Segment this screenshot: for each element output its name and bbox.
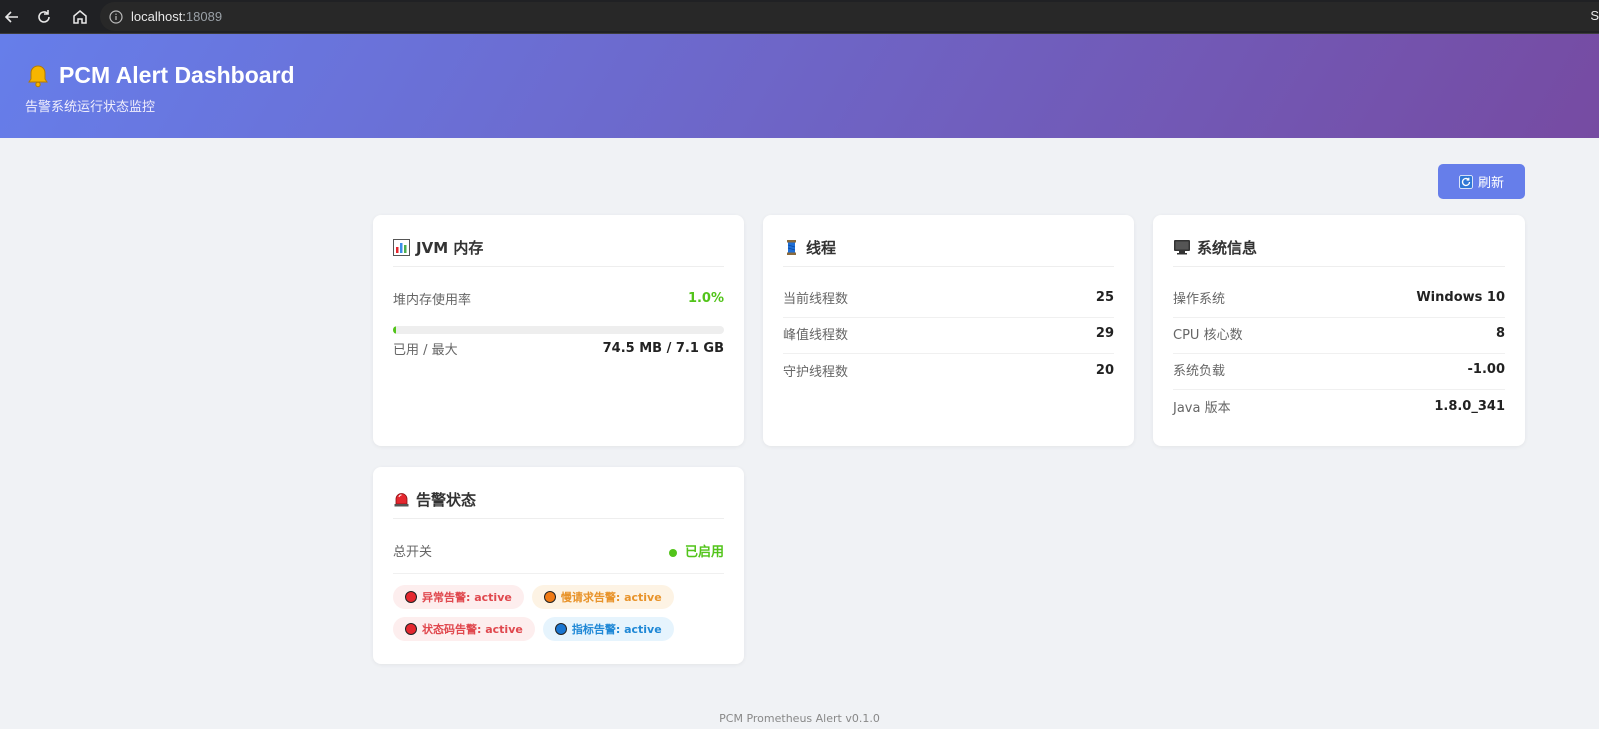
thread-row-value: 29 <box>1095 326 1114 341</box>
system-row-value: -1.00 <box>1467 362 1505 377</box>
footer-version: PCM Prometheus Alert v0.1.0 <box>719 712 880 725</box>
alert-tags: 异常告警: active 慢请求告警: active 状态码告警: active… <box>393 585 693 641</box>
status-dot-icon <box>668 548 677 557</box>
red-circle-icon <box>405 623 417 635</box>
used-max-value: 74.5 MB / 7.1 GB <box>602 340 724 356</box>
system-row: 操作系统 Windows 10 <box>1173 288 1505 318</box>
bar-chart-icon <box>393 239 410 256</box>
card-title-text: 线程 <box>806 239 837 257</box>
card-title-text: 告警状态 <box>416 491 477 509</box>
bell-icon <box>28 64 48 87</box>
system-row-label: Java 版本 <box>1173 400 1231 416</box>
orange-circle-icon <box>543 591 556 603</box>
thread-row: 峰值线程数 29 <box>783 324 1114 354</box>
threads-card: 线程 当前线程数 25 峰值线程数 29 守护线程数 20 <box>763 215 1134 446</box>
url-text: localhost:18089 <box>131 9 222 24</box>
master-switch-label: 总开关 <box>393 545 433 560</box>
card-title-text: JVM 内存 <box>416 239 484 257</box>
system-row: CPU 核心数 8 <box>1173 324 1505 354</box>
thread-row-value: 25 <box>1095 290 1114 305</box>
jvm-memory-card: JVM 内存 堆内存使用率 1.0% 已用 / 最大 74.5 MB / 7.1… <box>373 215 744 446</box>
system-info-card: 系统信息 操作系统 Windows 10 CPU 核心数 8 系统负载 -1.0… <box>1153 215 1525 446</box>
alert-tag-metric: 指标告警: active <box>542 617 674 641</box>
used-max-label: 已用 / 最大 <box>393 342 458 358</box>
card-title: JVM 内存 <box>393 239 724 267</box>
alert-tag-exception: 异常告警: active <box>393 585 524 609</box>
truncated-edge-text: S <box>1590 8 1599 23</box>
browser-toolbar: localhost:18089 S <box>0 0 1599 34</box>
card-title-text: 系统信息 <box>1197 239 1258 257</box>
thread-spool-icon <box>787 240 796 255</box>
heap-usage-value: 1.0% <box>687 290 724 306</box>
thread-row-label: 当前线程数 <box>783 292 849 307</box>
alert-tag-slow-request: 慢请求告警: active <box>531 585 674 609</box>
heap-progress-bar <box>393 326 724 334</box>
alert-tag-status-code: 状态码告警: active <box>393 617 535 641</box>
page-header: PCM Alert Dashboard 告警系统运行状态监控 <box>0 34 1599 138</box>
red-circle-icon <box>405 591 417 603</box>
page-title: PCM Alert Dashboard <box>25 62 295 89</box>
heap-usage-label: 堆内存使用率 <box>393 292 472 308</box>
refresh-label: 刷新 <box>1477 176 1504 191</box>
siren-icon <box>394 493 409 507</box>
back-icon[interactable] <box>0 5 24 29</box>
thread-row-value: 20 <box>1095 362 1114 378</box>
system-row: Java 版本 1.8.0_341 <box>1173 396 1505 426</box>
info-icon[interactable] <box>109 9 123 24</box>
home-icon[interactable] <box>68 5 92 29</box>
refresh-button[interactable]: 刷新 <box>1438 164 1525 199</box>
master-switch-status: 已启用 <box>668 541 724 560</box>
system-row-value: 8 <box>1495 326 1505 341</box>
url-host: localhost: <box>131 9 186 24</box>
page-title-text: PCM Alert Dashboard <box>59 62 295 88</box>
refresh-icon <box>1459 174 1473 189</box>
computer-icon <box>1174 240 1190 255</box>
used-max-row: 已用 / 最大 74.5 MB / 7.1 GB <box>393 338 724 358</box>
system-row-value: 1.8.0_341 <box>1434 398 1505 414</box>
alert-tag-label: 状态码告警: active <box>422 623 523 636</box>
master-switch-row: 总开关 已启用 <box>393 540 724 574</box>
system-row-label: CPU 核心数 <box>1173 328 1243 343</box>
card-title: 告警状态 <box>393 491 724 519</box>
alert-tag-label: 指标告警: active <box>571 623 662 636</box>
url-port: 18089 <box>185 9 223 24</box>
system-row-label: 操作系统 <box>1173 292 1226 307</box>
alert-status-card: 告警状态 总开关 已启用 异常告警: active 慢请求告警: active … <box>373 467 744 664</box>
alert-tag-label: 异常告警: active <box>422 591 512 604</box>
blue-circle-icon <box>554 623 567 635</box>
system-row-label: 系统负载 <box>1173 364 1226 379</box>
thread-row: 当前线程数 25 <box>783 288 1114 318</box>
card-title: 系统信息 <box>1173 239 1505 267</box>
thread-row: 守护线程数 20 <box>783 360 1114 390</box>
system-row-value: Windows 10 <box>1416 290 1505 305</box>
page-subtitle: 告警系统运行状态监控 <box>25 100 156 115</box>
master-switch-value: 已启用 <box>684 545 724 560</box>
alert-tag-label: 慢请求告警: active <box>560 591 662 604</box>
card-title: 线程 <box>783 239 1114 267</box>
address-bar[interactable]: localhost:18089 <box>100 2 1599 31</box>
heap-progress-fill <box>393 326 397 334</box>
thread-row-label: 守护线程数 <box>783 364 849 380</box>
thread-row-label: 峰值线程数 <box>783 328 849 343</box>
reload-icon[interactable] <box>32 5 56 29</box>
heap-usage-row: 堆内存使用率 1.0% <box>393 288 724 308</box>
system-row: 系统负载 -1.00 <box>1173 360 1505 390</box>
